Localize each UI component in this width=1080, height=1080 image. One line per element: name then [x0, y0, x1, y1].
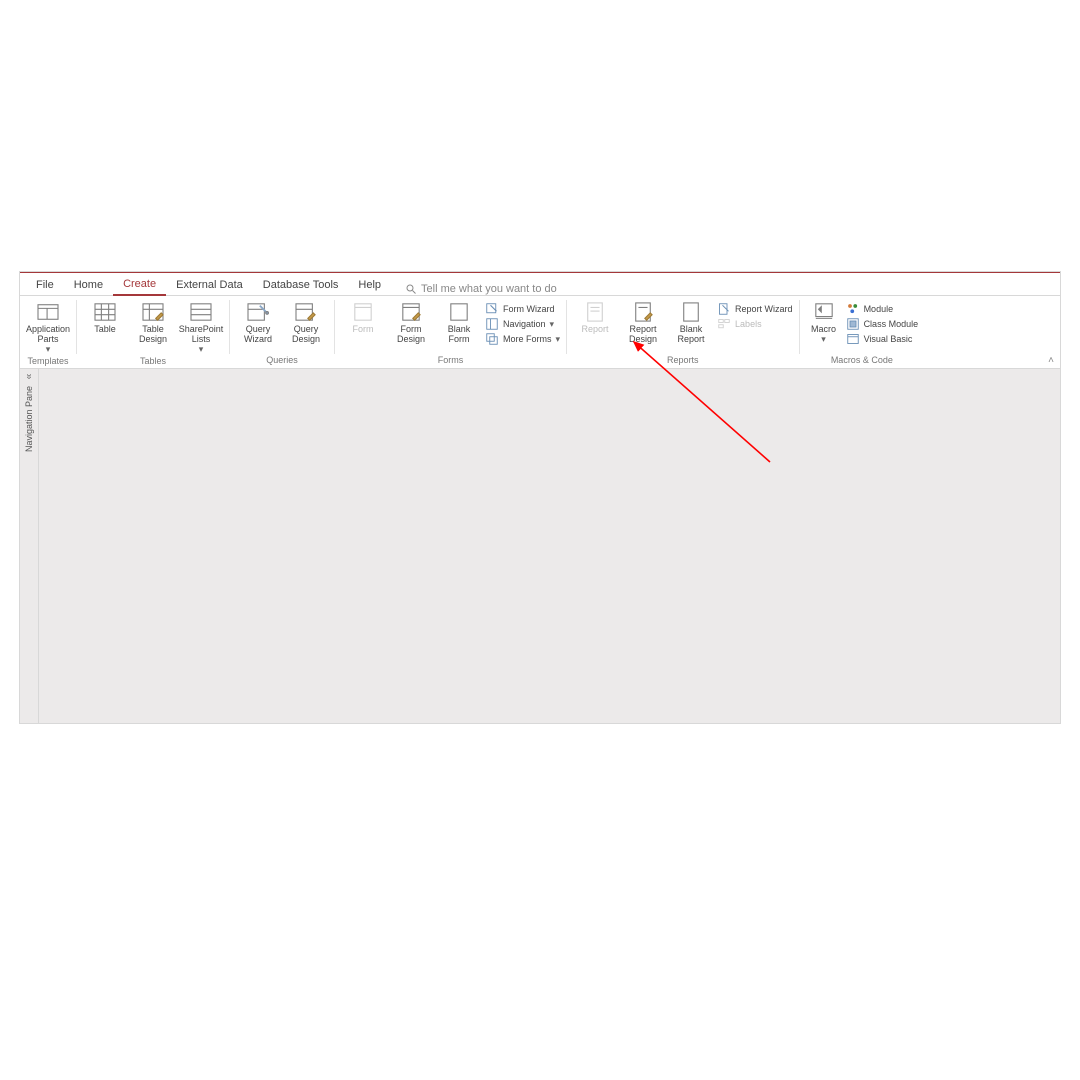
group-reports-label: Reports [571, 355, 795, 366]
group-tables-label: Tables [81, 356, 225, 367]
group-tables: Table Table Design SharePoint Lists ▾ Ta… [77, 296, 229, 368]
navigation-pane-label: Navigation Pane [24, 386, 34, 452]
group-queries: Query Wizard Query Design Queries [230, 296, 334, 368]
form-icon [350, 301, 376, 323]
tab-database-tools[interactable]: Database Tools [253, 276, 349, 295]
blank-form-icon [446, 301, 472, 323]
blank-form-button[interactable]: Blank Form [435, 300, 483, 346]
visual-basic-icon [846, 333, 860, 345]
group-queries-label: Queries [234, 355, 330, 366]
table-button[interactable]: Table [81, 300, 129, 336]
module-icon [846, 303, 860, 315]
dropdown-icon: ▾ [550, 319, 555, 330]
group-reports: Report Report Design Blank Report [567, 296, 799, 368]
dropdown-icon: ▾ [199, 345, 204, 355]
tab-home[interactable]: Home [64, 276, 113, 295]
sharepoint-icon [188, 301, 214, 323]
form-design-icon [398, 301, 424, 323]
group-macros-code: Macro ▾ Module Class Module [800, 296, 925, 368]
dropdown-icon: ▾ [821, 335, 826, 345]
dropdown-icon: ▾ [556, 334, 561, 345]
class-module-icon [846, 318, 860, 330]
more-forms-button[interactable]: More Forms ▾ [483, 332, 562, 346]
tell-me-placeholder: Tell me what you want to do [421, 283, 557, 295]
tab-file[interactable]: File [26, 276, 64, 295]
tab-external-data[interactable]: External Data [166, 276, 253, 295]
blank-report-icon [678, 301, 704, 323]
nav-expand-icon[interactable]: » [24, 374, 35, 380]
report-wizard-button[interactable]: Report Wizard [715, 302, 795, 316]
search-icon [405, 283, 417, 295]
navigation-button[interactable]: Navigation ▾ [483, 317, 562, 331]
application-parts-icon [35, 301, 61, 323]
group-forms: Form Form Design Blank Form [335, 296, 566, 368]
module-button[interactable]: Module [844, 302, 921, 316]
group-macros-label: Macros & Code [804, 355, 921, 366]
group-templates: Application Parts ▾ Templates [20, 296, 76, 368]
application-parts-button[interactable]: Application Parts ▾ [24, 300, 72, 356]
tab-help[interactable]: Help [348, 276, 391, 295]
query-design-icon [293, 301, 319, 323]
report-wizard-icon [717, 303, 731, 315]
tell-me-search[interactable]: Tell me what you want to do [405, 283, 557, 295]
query-wizard-button[interactable]: Query Wizard [234, 300, 282, 346]
table-design-icon [140, 301, 166, 323]
group-forms-label: Forms [339, 355, 562, 366]
sharepoint-lists-button[interactable]: SharePoint Lists ▾ [177, 300, 225, 356]
ribbon-body: Application Parts ▾ Templates Table [20, 296, 1060, 369]
ribbon-tab-strip: File Home Create External Data Database … [20, 273, 1060, 296]
report-icon [582, 301, 608, 323]
dropdown-icon: ▾ [46, 345, 51, 355]
more-forms-icon [485, 333, 499, 345]
labels-button: Labels [715, 317, 795, 331]
visual-basic-button[interactable]: Visual Basic [844, 332, 921, 346]
table-icon [92, 301, 118, 323]
report-design-icon [630, 301, 656, 323]
app-window: File Home Create External Data Database … [20, 272, 1060, 723]
macro-icon [811, 301, 837, 323]
form-wizard-button[interactable]: Form Wizard [483, 302, 562, 316]
navigation-pane-collapsed[interactable]: » Navigation Pane [20, 369, 39, 723]
navigation-icon [485, 318, 499, 330]
macro-button[interactable]: Macro ▾ [804, 300, 844, 346]
tab-create[interactable]: Create [113, 275, 166, 296]
labels-icon [717, 318, 731, 330]
form-wizard-icon [485, 303, 499, 315]
group-templates-label: Templates [24, 356, 72, 367]
blank-report-button[interactable]: Blank Report [667, 300, 715, 346]
table-design-button[interactable]: Table Design [129, 300, 177, 346]
form-design-button[interactable]: Form Design [387, 300, 435, 346]
class-module-button[interactable]: Class Module [844, 317, 921, 331]
workspace-canvas [39, 369, 1060, 723]
report-button: Report [571, 300, 619, 336]
query-wizard-icon [245, 301, 271, 323]
workspace: » Navigation Pane [20, 369, 1060, 723]
collapse-ribbon-button[interactable]: ˄ [1048, 355, 1054, 366]
form-button: Form [339, 300, 387, 336]
query-design-button[interactable]: Query Design [282, 300, 330, 346]
report-design-button[interactable]: Report Design [619, 300, 667, 346]
